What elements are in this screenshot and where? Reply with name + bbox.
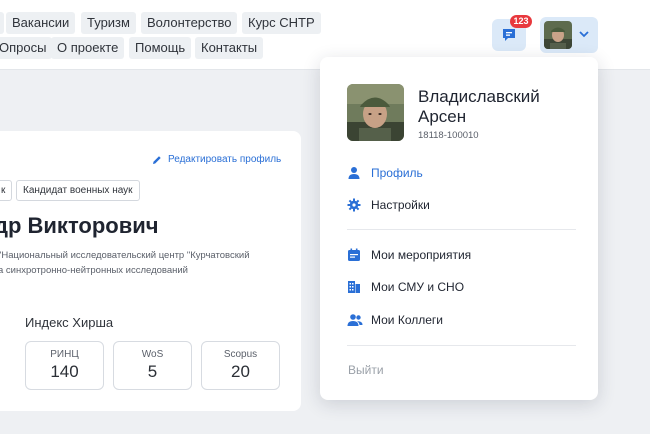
metric-value: 20: [231, 362, 250, 381]
pencil-icon: [153, 156, 161, 164]
nav-item-about[interactable]: О проекте: [51, 37, 125, 59]
edit-profile-link[interactable]: Редактировать профиль: [152, 154, 281, 165]
users-icon: [347, 314, 363, 326]
nav-item-volunteering[interactable]: Волонтерство: [141, 12, 238, 34]
nav-item-tourism[interactable]: Туризм: [81, 12, 136, 34]
metric-label: WoS: [141, 349, 164, 360]
user-full-name: Владиславский Арсен: [418, 87, 540, 126]
menu-item-label: Профиль: [371, 166, 423, 180]
notification-count-badge: 123: [510, 15, 532, 28]
user-menu-button[interactable]: [540, 17, 598, 53]
menu-item-label: Мои Коллеги: [371, 313, 443, 327]
metric-value: 5: [147, 362, 158, 381]
gear-icon: [347, 198, 361, 212]
user-id: 18118-100010: [418, 130, 479, 141]
degree-tag: к: [0, 180, 13, 201]
user-photo: [347, 84, 404, 141]
hirsch-index-title: Индекс Хирша: [25, 315, 114, 330]
person-name: др Викторович: [0, 213, 159, 238]
menu-divider: [347, 345, 576, 346]
nav-item-vacancies[interactable]: Вакансии: [6, 12, 76, 34]
menu-divider: [347, 229, 576, 230]
avatar: [544, 21, 572, 49]
metric-rinc: РИНЦ 140: [25, 341, 104, 390]
user-dropdown-menu: Владиславский Арсен 18118-100010 Профиль…: [320, 57, 598, 400]
menu-item-label: Настройки: [371, 198, 430, 212]
building-icon: [348, 281, 360, 293]
user-icon: [348, 167, 360, 179]
edit-profile-label: Редактировать профиль: [168, 154, 282, 165]
degree-tag: Кандидат военных наук: [16, 180, 140, 201]
metric-wos: WoS 5: [113, 341, 192, 390]
metric-label: РИНЦ: [50, 349, 79, 360]
nav-item-contacts[interactable]: Контакты: [195, 37, 264, 59]
chevron-down-icon: [579, 31, 589, 38]
nav-item-sntr-course[interactable]: Курс СНТР: [242, 12, 321, 34]
nav-item-help[interactable]: Помощь: [129, 37, 192, 59]
organization-line: "Национальный исследовательский центр "К…: [0, 250, 250, 261]
metric-scopus: Scopus 20: [201, 341, 280, 390]
menu-item-label: Мои СМУ и СНО: [371, 280, 465, 294]
nav-item-surveys[interactable]: Опросы: [0, 37, 53, 59]
logout-link[interactable]: Выйти: [348, 363, 384, 377]
menu-item-label: Мои мероприятия: [371, 248, 472, 262]
organization-line: а синхротронно-нейтронных исследований: [0, 265, 188, 276]
nav-item-cut[interactable]: [0, 12, 4, 34]
calendar-icon: [348, 248, 360, 261]
message-icon: [503, 29, 515, 41]
metric-label: Scopus: [223, 349, 258, 360]
metric-value: 140: [50, 362, 79, 381]
